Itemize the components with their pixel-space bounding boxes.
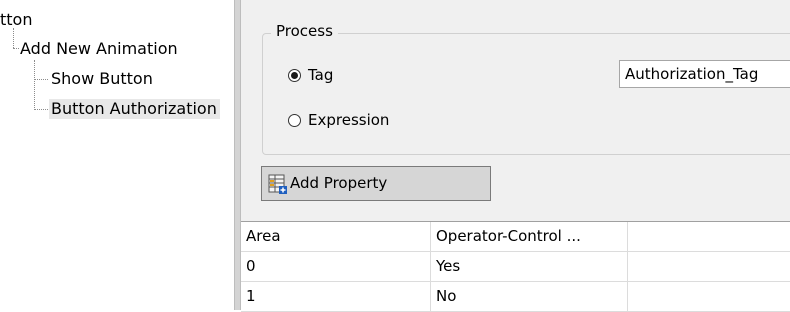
add-property-button[interactable]: Add Property	[261, 166, 491, 201]
tree-connector	[34, 79, 48, 80]
expression-radio-label[interactable]: Expression	[308, 110, 389, 130]
property-grid: Area Operator-Control ... 0 Yes 1 No	[241, 221, 790, 312]
process-group	[262, 33, 790, 155]
tree-node-add-new-animation[interactable]: Add New Animation	[20, 39, 178, 59]
cell-empty	[628, 252, 790, 281]
tag-name-field[interactable]: Authorization_Tag	[619, 60, 790, 88]
cell-area[interactable]: 1	[241, 282, 431, 311]
grid-header-row: Area Operator-Control ...	[241, 222, 790, 252]
tag-radio[interactable]	[288, 69, 301, 82]
column-header-empty	[628, 222, 790, 251]
tree-connector	[13, 48, 19, 49]
cell-empty	[628, 282, 790, 311]
tag-radio-label[interactable]: Tag	[308, 65, 333, 85]
expression-radio[interactable]	[288, 114, 301, 127]
add-property-icon	[268, 174, 287, 194]
table-row[interactable]: 0 Yes	[241, 252, 790, 282]
panel-splitter[interactable]	[234, 0, 241, 310]
column-header-operator-control[interactable]: Operator-Control ...	[431, 222, 628, 251]
cell-operator-control[interactable]: No	[431, 282, 628, 311]
column-header-area[interactable]: Area	[241, 222, 431, 251]
tree-connector	[34, 60, 35, 110]
tree-connector	[13, 28, 14, 48]
animation-tree: tton Add New Animation Show Button Butto…	[0, 0, 234, 310]
tree-node-root[interactable]: tton	[0, 10, 32, 30]
table-row[interactable]: 1 No	[241, 282, 790, 312]
tree-item-show-button[interactable]: Show Button	[51, 69, 153, 89]
tree-item-button-authorization[interactable]: Button Authorization	[49, 99, 220, 119]
tree-connector	[34, 109, 48, 110]
cell-operator-control[interactable]: Yes	[431, 252, 628, 281]
cell-area[interactable]: 0	[241, 252, 431, 281]
process-group-title: Process	[271, 21, 338, 41]
add-property-label: Add Property	[290, 174, 388, 192]
